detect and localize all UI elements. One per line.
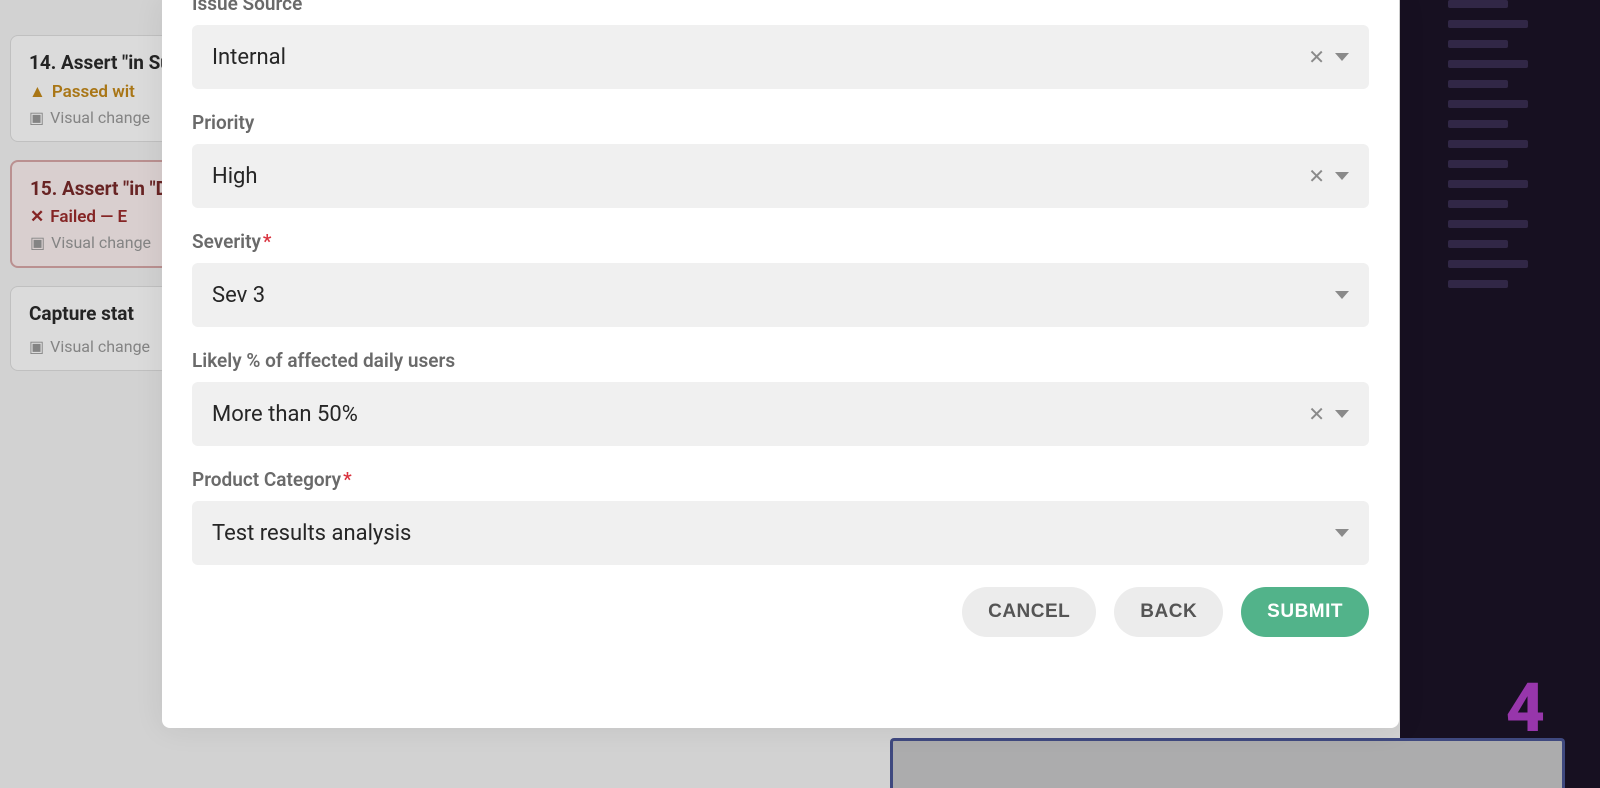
chevron-down-icon[interactable]: [1335, 53, 1349, 61]
affected-users-select[interactable]: More than 50% ✕: [192, 382, 1369, 446]
cancel-button[interactable]: CANCEL: [962, 587, 1096, 637]
select-controls: [1335, 529, 1349, 537]
select-controls: ✕: [1308, 402, 1349, 426]
chevron-down-icon[interactable]: [1335, 172, 1349, 180]
clear-icon[interactable]: ✕: [1308, 164, 1325, 188]
chevron-down-icon[interactable]: [1335, 291, 1349, 299]
clear-icon[interactable]: ✕: [1308, 45, 1325, 69]
select-value: Test results analysis: [212, 521, 1335, 546]
field-label: Priority: [192, 111, 1369, 134]
field-issue-source: Issue Source Internal ✕: [192, 0, 1369, 89]
select-controls: [1335, 291, 1349, 299]
modal-actions: CANCEL BACK SUBMIT: [192, 587, 1369, 637]
product-category-select[interactable]: Test results analysis: [192, 501, 1369, 565]
field-severity: Severity* Sev 3: [192, 230, 1369, 327]
field-product-category: Product Category* Test results analysis: [192, 468, 1369, 565]
required-asterisk: *: [343, 468, 352, 491]
chevron-down-icon[interactable]: [1335, 529, 1349, 537]
field-label: Likely % of affected daily users: [192, 349, 1369, 372]
submit-button[interactable]: SUBMIT: [1241, 587, 1369, 637]
clear-icon[interactable]: ✕: [1308, 402, 1325, 426]
field-label: Issue Source: [192, 0, 1369, 15]
issue-form-modal: Issue Source Internal ✕ Priority High ✕ …: [162, 0, 1399, 728]
field-affected-users: Likely % of affected daily users More th…: [192, 349, 1369, 446]
priority-select[interactable]: High ✕: [192, 144, 1369, 208]
select-controls: ✕: [1308, 164, 1349, 188]
field-label: Product Category*: [192, 468, 1369, 491]
issue-source-select[interactable]: Internal ✕: [192, 25, 1369, 89]
select-value: High: [212, 164, 1308, 189]
back-button[interactable]: BACK: [1114, 587, 1223, 637]
field-label: Severity*: [192, 230, 1369, 253]
select-controls: ✕: [1308, 45, 1349, 69]
required-asterisk: *: [263, 230, 272, 253]
field-priority: Priority High ✕: [192, 111, 1369, 208]
select-value: More than 50%: [212, 402, 1308, 427]
severity-select[interactable]: Sev 3: [192, 263, 1369, 327]
select-value: Internal: [212, 45, 1308, 70]
chevron-down-icon[interactable]: [1335, 410, 1349, 418]
select-value: Sev 3: [212, 283, 1335, 308]
